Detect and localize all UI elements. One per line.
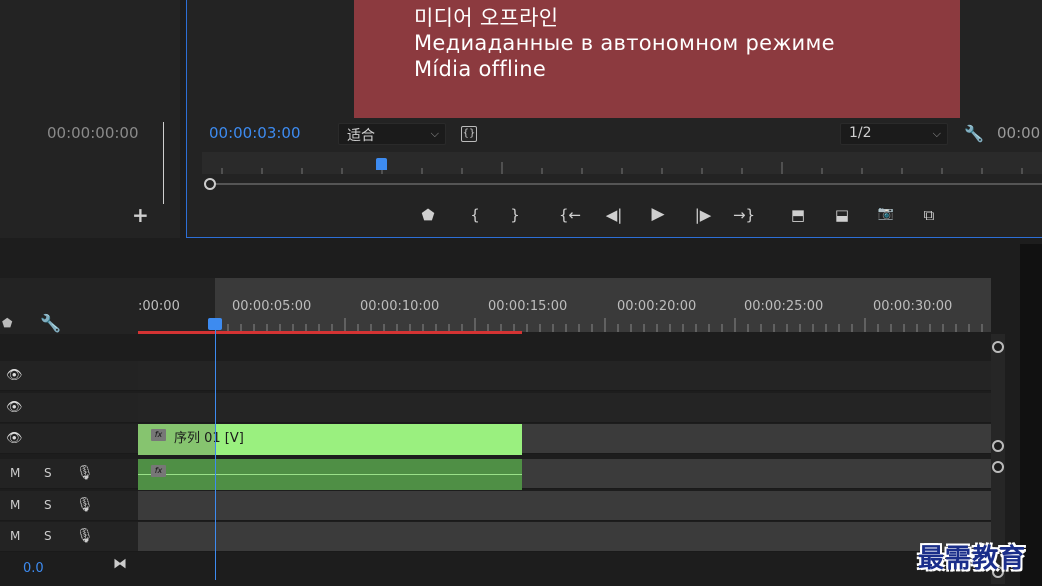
lift-icon[interactable]: ⬒	[786, 206, 810, 224]
program-duration-timecode: 00:00	[997, 124, 1041, 142]
video-clip-label: 序列 01 [V]	[174, 431, 244, 446]
timeline-playhead-line[interactable]	[215, 326, 216, 580]
timeline-settings-wrench-icon[interactable]: 🔧	[40, 314, 61, 334]
ruler-label: 00:00:15:00	[488, 299, 568, 314]
resolution-dropdown[interactable]: 1/2 ⌵	[840, 123, 948, 145]
mark-in-icon[interactable]: {	[463, 206, 487, 224]
ruler-label: :00:00	[138, 299, 180, 314]
offline-text-russian: Медиаданные в автономном режиме	[414, 31, 835, 55]
mark-out-icon[interactable]: }	[503, 206, 527, 224]
fit-dropdown[interactable]: 适合 ⌵	[338, 123, 446, 145]
step-back-icon[interactable]: ◀|	[602, 206, 626, 224]
video-track-3-header: 👁	[0, 361, 138, 391]
audio-waveform-line	[138, 474, 522, 475]
eye-icon[interactable]: 👁	[6, 400, 23, 415]
zoom-handle[interactable]	[204, 178, 216, 190]
audio-track-3-header: M S 🎙	[0, 522, 138, 552]
marker-icon[interactable]: ⬟	[2, 316, 12, 330]
program-playhead[interactable]	[376, 158, 387, 170]
media-offline-frame: 미디어 오프라인 Медиаданные в автономном режиме…	[354, 0, 960, 118]
watermark-logo: 最需教育	[918, 544, 1027, 574]
bowtie-icon[interactable]: ⧓	[113, 556, 127, 572]
program-timecode[interactable]: 00:00:03:00	[209, 124, 301, 142]
audio-track-1-header: M S 🎙	[0, 459, 138, 489]
source-monitor-panel	[0, 0, 180, 238]
safe-margins-icon[interactable]: {}	[461, 126, 477, 142]
mute-button[interactable]: M	[10, 529, 20, 543]
chevron-down-icon: ⌵	[932, 127, 941, 140]
eye-icon[interactable]: 👁	[6, 368, 23, 383]
microphone-icon[interactable]: 🎙	[76, 497, 94, 513]
audio-track-2-header: M S 🎙	[0, 491, 138, 521]
source-timecode[interactable]: 00:00:00:00	[47, 124, 139, 142]
comparison-view-icon[interactable]: ⧉	[917, 206, 941, 224]
scroll-handle[interactable]	[992, 461, 1004, 473]
microphone-icon[interactable]: 🎙	[76, 465, 94, 481]
video-track-2[interactable]	[138, 393, 991, 423]
solo-button[interactable]: S	[44, 466, 52, 480]
ruler-label: 00:00:20:00	[617, 299, 697, 314]
go-to-out-icon[interactable]: →}	[732, 206, 756, 224]
fx-badge[interactable]: fx	[151, 465, 166, 477]
work-area-bar[interactable]	[138, 331, 522, 334]
program-mini-ruler[interactable]	[202, 152, 1042, 174]
scroll-handle[interactable]	[992, 440, 1004, 452]
volume-readout[interactable]: 0.0	[23, 561, 44, 576]
timeline-header	[0, 278, 138, 334]
video-track-1-header: 👁	[0, 424, 138, 454]
right-gutter	[1020, 244, 1042, 586]
scroll-handle[interactable]	[992, 341, 1004, 353]
solo-button[interactable]: S	[44, 529, 52, 543]
chevron-down-icon: ⌵	[430, 127, 439, 140]
extract-icon[interactable]: ⬓	[830, 206, 854, 224]
add-button-icon[interactable]: +	[132, 203, 149, 227]
eye-icon[interactable]: 👁	[6, 431, 23, 446]
play-icon[interactable]: ▶	[646, 204, 670, 224]
mute-button[interactable]: M	[10, 498, 20, 512]
go-to-in-icon[interactable]: {←	[558, 206, 582, 224]
offline-text-portuguese: Mídia offline	[414, 57, 547, 81]
video-track-3[interactable]	[138, 361, 991, 391]
fx-badge[interactable]: fx	[151, 429, 166, 441]
ruler-label: 00:00:30:00	[873, 299, 953, 314]
zoom-scrollbar[interactable]	[210, 183, 1042, 185]
fit-dropdown-value: 适合	[347, 128, 375, 144]
ruler-label: 00:00:05:00	[232, 299, 312, 314]
ruler-label: 00:00:10:00	[360, 299, 440, 314]
microphone-icon[interactable]: 🎙	[76, 528, 94, 544]
source-divider	[163, 122, 164, 204]
resolution-dropdown-value: 1/2	[849, 125, 872, 141]
audio-track-3[interactable]	[138, 522, 991, 552]
step-forward-icon[interactable]: |▶	[691, 206, 715, 224]
mute-button[interactable]: M	[10, 466, 20, 480]
settings-wrench-icon[interactable]: 🔧	[964, 124, 984, 143]
timeline-playhead[interactable]	[208, 318, 222, 330]
offline-text-korean: 미디어 오프라인	[414, 6, 559, 30]
solo-button[interactable]: S	[44, 498, 52, 512]
add-marker-icon[interactable]: ⬟	[416, 206, 440, 224]
video-track-2-header: 👁	[0, 393, 138, 423]
ruler-label: 00:00:25:00	[744, 299, 824, 314]
export-frame-icon[interactable]: 📷	[874, 206, 898, 221]
audio-track-2[interactable]	[138, 491, 991, 521]
